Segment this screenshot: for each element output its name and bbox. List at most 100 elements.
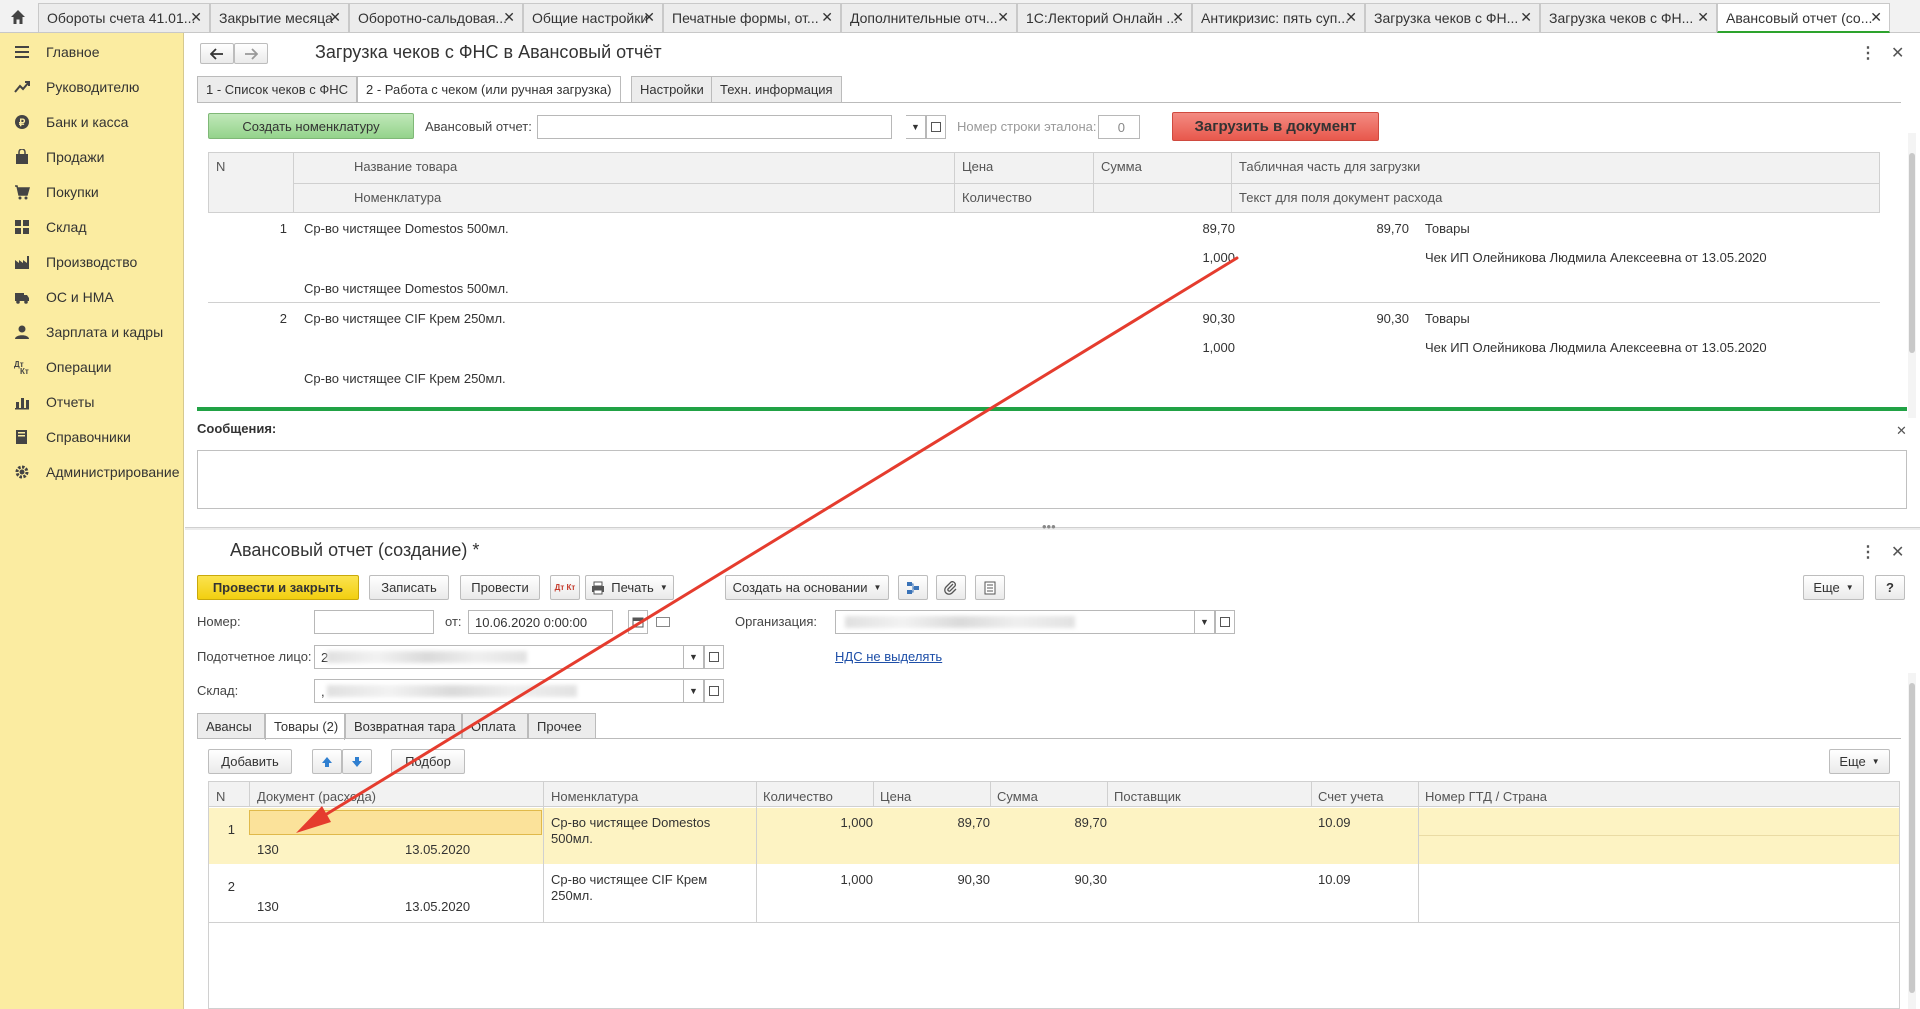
close-icon[interactable]: ✕	[503, 9, 515, 26]
tab-10[interactable]: Авансовый отчет (со... ✕	[1717, 3, 1890, 33]
tab-3[interactable]: Общие настройки ✕	[523, 3, 663, 32]
post-and-close-button[interactable]: Провести и закрыть	[197, 575, 359, 600]
splitter-grip-icon[interactable]: •••	[1042, 519, 1056, 534]
create-based-on-button[interactable]: Создать на основании ▼	[725, 575, 889, 600]
tab-7[interactable]: Антикризис: пять суп... ✕	[1192, 3, 1365, 32]
warehouse-open[interactable]	[704, 679, 724, 703]
close-icon[interactable]: ✕	[1172, 9, 1184, 26]
number-input[interactable]	[314, 610, 434, 634]
tab-9[interactable]: Загрузка чеков с ФН... ✕	[1540, 3, 1717, 32]
advance-report-input[interactable]	[537, 115, 892, 139]
sidebar-item-sales[interactable]: Продажи	[0, 140, 184, 174]
tab-4[interactable]: Печатные формы, от... ✕	[663, 3, 841, 32]
sidebar-item-purchases[interactable]: Покупки	[0, 175, 184, 209]
sidebar-item-admin[interactable]: Администрирование	[0, 455, 184, 489]
dt-kt-icon: Дт Кт	[14, 359, 30, 375]
trend-icon	[14, 79, 30, 95]
save-button[interactable]: Записать	[369, 575, 449, 600]
structure-button[interactable]	[898, 575, 928, 600]
help-button[interactable]: ?	[1875, 575, 1905, 600]
organization-open[interactable]	[1215, 610, 1235, 634]
advance-report-dropdown[interactable]: ▼	[906, 115, 926, 139]
report-list-button[interactable]	[975, 575, 1005, 600]
close-icon[interactable]: ✕	[1697, 9, 1709, 26]
create-nomenclature-button[interactable]: Создать номенклатуру	[208, 113, 414, 139]
add-button[interactable]: Добавить	[208, 749, 292, 774]
row-tabular: Товары	[1425, 221, 1470, 236]
close-icon[interactable]: ✕	[643, 9, 655, 26]
row-number-input[interactable]: 0	[1098, 115, 1140, 139]
sidebar-item-salary[interactable]: Зарплата и кадры	[0, 315, 184, 349]
loader-tab-work[interactable]: 2 - Работа с чеком (или ручная загрузка)	[357, 76, 621, 103]
sidebar-item-catalogs[interactable]: Справочники	[0, 420, 184, 454]
col-account: Счет учета	[1318, 789, 1384, 804]
post-button[interactable]: Провести	[460, 575, 540, 600]
close-icon[interactable]: ✕	[1520, 9, 1532, 26]
svg-text:Кт: Кт	[20, 367, 29, 375]
tab-returnable-container[interactable]: Возвратная тара	[345, 713, 462, 739]
close-icon[interactable]: ✕	[821, 9, 833, 26]
document-cell-active[interactable]	[249, 810, 542, 835]
load-to-document-button[interactable]: Загрузить в документ	[1172, 112, 1379, 141]
tab-0[interactable]: Обороты счета 41.01... ✕	[38, 3, 210, 32]
pick-button[interactable]: Подбор	[391, 749, 465, 774]
row-n: 2	[279, 311, 287, 326]
sidebar-item-main[interactable]: Главное	[0, 35, 184, 69]
close-messages-icon[interactable]: ✕	[1896, 423, 1907, 439]
sidebar-item-operations[interactable]: Дт Кт Операции	[0, 350, 184, 384]
close-icon[interactable]: ✕	[190, 9, 202, 26]
attach-button[interactable]	[936, 575, 966, 600]
loader-tab-list[interactable]: 1 - Список чеков с ФНС	[197, 76, 358, 102]
move-down-button[interactable]	[342, 749, 372, 774]
advance-report-open[interactable]	[926, 115, 946, 139]
more-menu-icon[interactable]: ⋮	[1860, 542, 1876, 562]
loader-scrollbar[interactable]	[1908, 133, 1916, 418]
sidebar-item-manager[interactable]: Руководителю	[0, 70, 184, 104]
organization-dropdown[interactable]: ▼	[1195, 610, 1215, 634]
date-input[interactable]: 10.06.2020 0:00:00	[468, 610, 613, 634]
home-button[interactable]	[0, 0, 35, 33]
person-open[interactable]	[704, 645, 724, 669]
row-sum: 89,70	[1074, 815, 1107, 830]
close-icon[interactable]: ✕	[1345, 9, 1357, 26]
more-button[interactable]: Еще ▼	[1803, 575, 1864, 600]
forward-button[interactable]	[234, 43, 268, 64]
close-form-icon[interactable]: ✕	[1891, 43, 1904, 63]
tab-goods[interactable]: Товары (2)	[265, 713, 345, 740]
sidebar-item-production[interactable]: Производство	[0, 245, 184, 279]
tab-payment[interactable]: Оплата	[462, 713, 528, 739]
dt-kt-button[interactable]: Дт Кт	[550, 575, 580, 600]
scrollbar-thumb[interactable]	[1909, 153, 1915, 353]
sidebar-item-warehouse[interactable]: Склад	[0, 210, 184, 244]
move-up-button[interactable]	[312, 749, 342, 774]
sidebar-item-reports[interactable]: Отчеты	[0, 385, 184, 419]
person-dropdown[interactable]: ▼	[684, 645, 704, 669]
tab-5[interactable]: Дополнительные отч... ✕	[841, 3, 1017, 32]
sidebar-item-label: Отчеты	[46, 394, 95, 410]
print-button[interactable]: Печать ▼	[585, 575, 674, 600]
comment-icon[interactable]	[656, 617, 670, 627]
sidebar-item-bank[interactable]: ₽ Банк и касса	[0, 105, 184, 139]
close-icon[interactable]: ✕	[997, 9, 1009, 26]
col-expense-text: Текст для поля документ расхода	[1239, 190, 1443, 205]
close-icon[interactable]: ✕	[1870, 9, 1882, 26]
tab-2[interactable]: Оборотно-сальдовая... ✕	[349, 3, 523, 32]
loader-tab-tech[interactable]: Техн. информация	[711, 76, 842, 102]
calendar-button[interactable]	[628, 610, 648, 634]
tab-advances[interactable]: Авансы	[197, 713, 265, 739]
tab-1[interactable]: Закрытие месяца ✕	[210, 3, 349, 32]
close-icon[interactable]: ✕	[329, 9, 341, 26]
more-menu-icon[interactable]: ⋮	[1860, 43, 1876, 63]
report-scrollbar[interactable]	[1908, 673, 1916, 1009]
back-button[interactable]	[200, 43, 234, 64]
tab-other[interactable]: Прочее	[528, 713, 596, 739]
vat-link[interactable]: НДС не выделять	[835, 649, 942, 664]
goods-more-button[interactable]: Еще ▼	[1829, 749, 1890, 774]
sidebar-item-fixed-assets[interactable]: ОС и НМА	[0, 280, 184, 314]
tab-6[interactable]: 1С:Лекторий Онлайн ... ✕	[1017, 3, 1192, 32]
close-form-icon[interactable]: ✕	[1891, 542, 1904, 562]
loader-tab-settings[interactable]: Настройки	[631, 76, 713, 102]
scrollbar-thumb[interactable]	[1909, 683, 1915, 993]
tab-8[interactable]: Загрузка чеков с ФН... ✕	[1365, 3, 1540, 32]
warehouse-dropdown[interactable]: ▼	[684, 679, 704, 703]
